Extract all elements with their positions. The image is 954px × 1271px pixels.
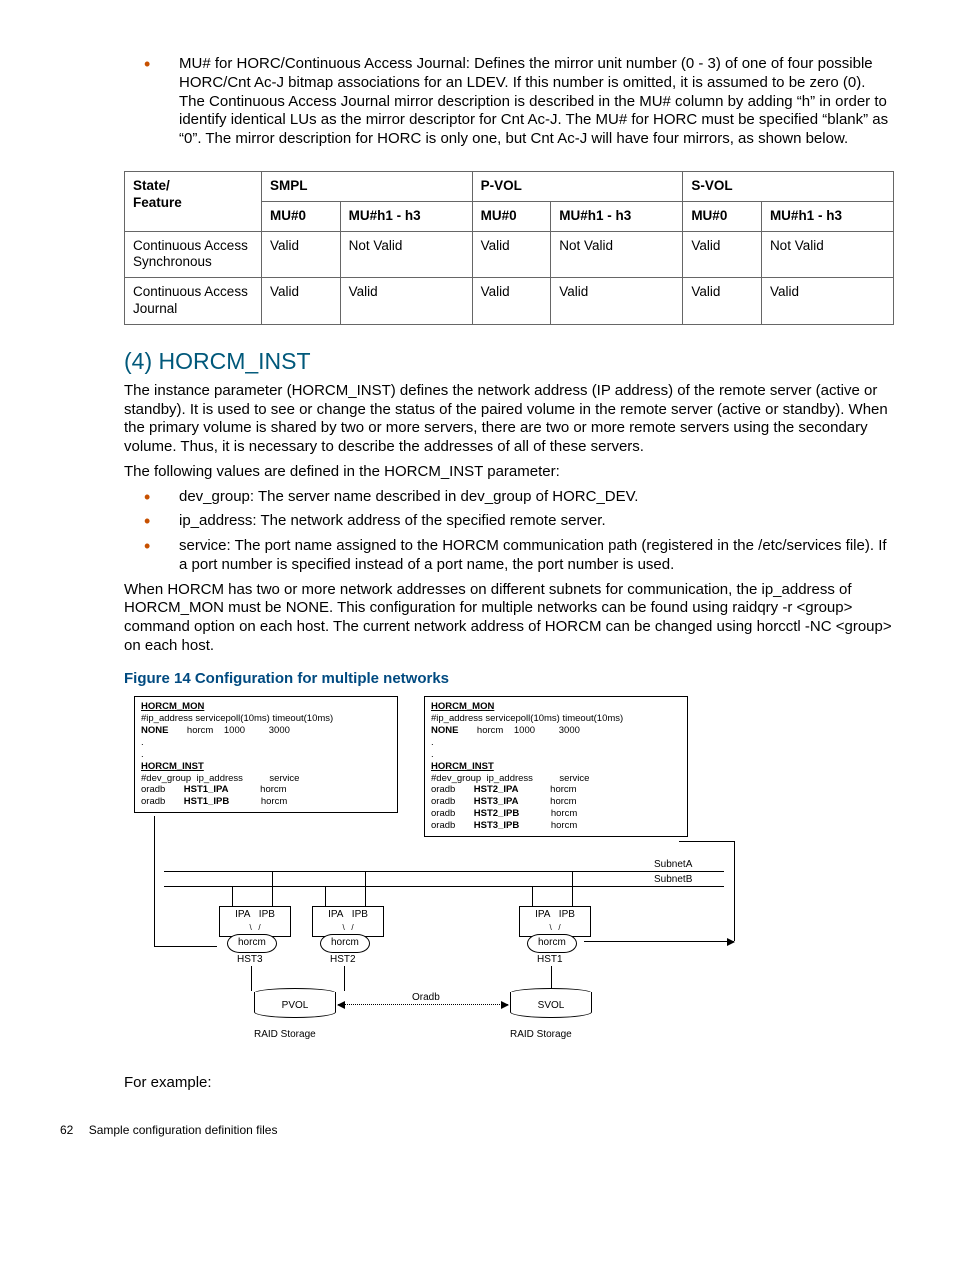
row1-v2: Valid bbox=[472, 231, 551, 278]
th-svol: S-VOL bbox=[683, 171, 894, 201]
row2-v2: Valid bbox=[472, 278, 551, 325]
config-right: HORCM_MON #ip_address servicepoll(10ms) … bbox=[424, 696, 688, 837]
row1-v1: Not Valid bbox=[340, 231, 472, 278]
subnetB-line bbox=[164, 886, 724, 887]
hst2-label: HST2 bbox=[330, 954, 356, 967]
ipa-label: IPA bbox=[235, 909, 250, 920]
th-muh-2: MU#h1 - h3 bbox=[551, 201, 683, 231]
th-mu0-3: MU#0 bbox=[683, 201, 762, 231]
hst1-horcm: horcm bbox=[527, 934, 577, 953]
row1-v0: Valid bbox=[262, 231, 341, 278]
page-number: 62 bbox=[60, 1123, 73, 1138]
para-1: The instance parameter (HORCM_INST) defi… bbox=[124, 382, 894, 457]
list-item: dev_group: The server name described in … bbox=[124, 488, 894, 507]
oradb-label: Oradb bbox=[412, 992, 440, 1005]
hst1-label: HST1 bbox=[537, 954, 563, 967]
th-muh-1: MU#h1 - h3 bbox=[340, 201, 472, 231]
row2-v3: Valid bbox=[551, 278, 683, 325]
th-state: State/ bbox=[133, 178, 170, 193]
intro-bullet-list: MU# for HORC/Continuous Access Journal: … bbox=[124, 55, 894, 149]
th-pvol: P-VOL bbox=[472, 171, 683, 201]
row1-name: Continuous Access Synchronous bbox=[125, 231, 262, 278]
hst2-horcm: horcm bbox=[320, 934, 370, 953]
table-row: Continuous Access Synchronous Valid Not … bbox=[125, 231, 894, 278]
table-row: Continuous Access Journal Valid Valid Va… bbox=[125, 278, 894, 325]
th-mu0-1: MU#0 bbox=[262, 201, 341, 231]
list-item: ip_address: The network address of the s… bbox=[124, 512, 894, 531]
intro-bullet: MU# for HORC/Continuous Access Journal: … bbox=[124, 55, 894, 149]
ipa-label: IPA bbox=[328, 909, 343, 920]
config-left: HORCM_MON #ip_address servicepoll(10ms) … bbox=[134, 696, 398, 813]
hst3-label: HST3 bbox=[237, 954, 263, 967]
pvol-cyl: PVOL bbox=[254, 988, 336, 1018]
mu-table: State/ Feature SMPL P-VOL S-VOL MU#0 MU#… bbox=[124, 171, 894, 325]
row2-v0: Valid bbox=[262, 278, 341, 325]
ipb-label: IPB bbox=[352, 909, 368, 920]
ipb-label: IPB bbox=[559, 909, 575, 920]
th-muh-3: MU#h1 - h3 bbox=[761, 201, 893, 231]
para-2: The following values are defined in the … bbox=[124, 463, 894, 482]
hst3-horcm: horcm bbox=[227, 934, 277, 953]
hst3-node: IPA IPB \ / bbox=[219, 906, 291, 937]
subnetA-label: SubnetA bbox=[654, 859, 692, 872]
page-footer: 62 Sample configuration definition files bbox=[60, 1123, 894, 1138]
row2-name: Continuous Access Journal bbox=[125, 278, 262, 325]
footer-text: Sample configuration definition files bbox=[89, 1123, 278, 1137]
list-item: service: The port name assigned to the H… bbox=[124, 537, 894, 575]
hst2-node: IPA IPB \ / bbox=[312, 906, 384, 937]
th-feature: Feature bbox=[133, 195, 182, 210]
figure-caption: Figure 14 Configuration for multiple net… bbox=[124, 670, 894, 689]
ipa-label: IPA bbox=[535, 909, 550, 920]
ipb-label: IPB bbox=[259, 909, 275, 920]
row1-v3: Not Valid bbox=[551, 231, 683, 278]
subnetB-label: SubnetB bbox=[654, 874, 692, 887]
raid-right: RAID Storage bbox=[510, 1029, 572, 1042]
figure-diagram: HORCM_MON #ip_address servicepoll(10ms) … bbox=[124, 696, 764, 1056]
svol-label: SVOL bbox=[538, 1000, 565, 1011]
para-3: When HORCM has two or more network addre… bbox=[124, 581, 894, 656]
param-list: dev_group: The server name described in … bbox=[124, 488, 894, 575]
hst1-node: IPA IPB \ / bbox=[519, 906, 591, 937]
pvol-label: PVOL bbox=[282, 1000, 309, 1011]
row2-v4: Valid bbox=[683, 278, 762, 325]
th-mu0-2: MU#0 bbox=[472, 201, 551, 231]
for-example: For example: bbox=[124, 1074, 894, 1093]
section-title: (4) HORCM_INST bbox=[124, 347, 894, 376]
row1-v5: Not Valid bbox=[761, 231, 893, 278]
raid-left: RAID Storage bbox=[254, 1029, 316, 1042]
th-smpl: SMPL bbox=[262, 171, 473, 201]
row2-v5: Valid bbox=[761, 278, 893, 325]
subnetA-line bbox=[164, 871, 724, 872]
svol-cyl: SVOL bbox=[510, 988, 592, 1018]
row2-v1: Valid bbox=[340, 278, 472, 325]
row1-v4: Valid bbox=[683, 231, 762, 278]
